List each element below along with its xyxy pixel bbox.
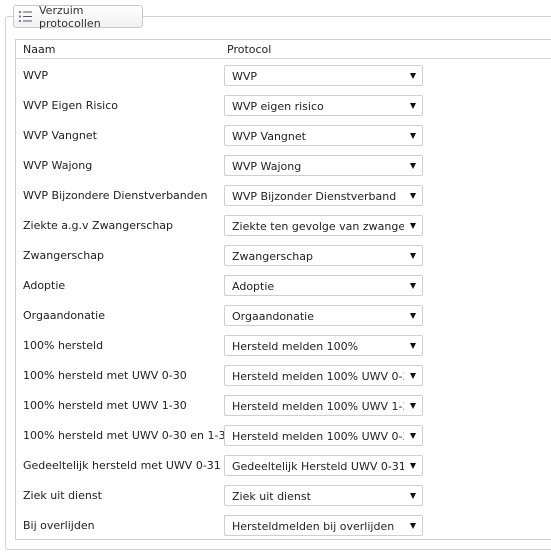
protocol-select[interactable]: Adoptie [224, 275, 423, 296]
protocol-select[interactable]: Gedeeltelijk Hersteld UWV 0-31 [224, 455, 423, 476]
list-icon [19, 10, 32, 23]
dropdown-arrow-icon[interactable] [410, 493, 416, 499]
protocol-select[interactable]: Hersteldmelden bij overlijden [224, 515, 423, 536]
protocol-select-value: Hersteldmelden bij overlijden [232, 520, 395, 533]
row-name: 100% hersteld met UWV 0-30 en 1-30 [23, 429, 233, 442]
dropdown-arrow-icon[interactable] [410, 373, 416, 379]
dropdown-arrow-icon[interactable] [410, 283, 416, 289]
protocol-select-value: WVP Wajong [232, 160, 302, 173]
table-row: 100% hersteld met UWV 1-30 Hersteld melde… [16, 390, 551, 420]
table-row: Orgaandonatie Orgaandonatie [16, 300, 551, 330]
row-name: WVP Eigen Risico [23, 99, 119, 112]
dropdown-arrow-icon[interactable] [410, 103, 416, 109]
table-row: WVP Bijzondere Dienstverbanden WVP Bijzon… [16, 180, 551, 210]
row-name: 100% hersteld met UWV 0-30 [23, 369, 187, 382]
row-name: Adoptie [23, 279, 66, 292]
table-row: Gedeeltelijk hersteld met UWV 0-31 Gedeel… [16, 450, 551, 480]
dropdown-arrow-icon[interactable] [410, 523, 416, 529]
row-name: 100% hersteld [23, 339, 104, 352]
protocol-select-value: WVP Vangnet [232, 130, 306, 143]
protocol-select-value: Ziekte ten gevolge van zwangerschap [232, 220, 404, 233]
protocol-select[interactable]: Hersteld melden 100% UWV 0-30 [224, 365, 423, 386]
protocol-select[interactable]: Hersteld melden 100% UWV 0-30 [224, 425, 423, 446]
table-row: Zwangerschap Zwangerschap [16, 240, 551, 270]
table-row: 100% hersteld Hersteld melden 100% [16, 330, 551, 360]
protocol-select-value: Orgaandonatie [232, 310, 314, 323]
protocol-select[interactable]: WVP [224, 65, 423, 86]
protocol-select-value: Ziek uit dienst [232, 490, 311, 503]
dropdown-arrow-icon[interactable] [410, 403, 416, 409]
column-header-protocol: Protocol [227, 43, 272, 56]
row-name: 100% hersteld met UWV 1-30 [23, 399, 187, 412]
row-name: Bij overlijden [23, 519, 95, 532]
table-row: WVP Wajong WVP Wajong [16, 150, 551, 180]
row-name: Ziekte a.g.v Zwangerschap [23, 219, 174, 232]
protocol-select-value: Zwangerschap [232, 250, 313, 263]
table-row: Adoptie Adoptie [16, 270, 551, 300]
table-row: WVP Vangnet WVP Vangnet [16, 120, 551, 150]
protocol-select[interactable]: WVP Wajong [224, 155, 423, 176]
row-name: Orgaandonatie [23, 309, 105, 322]
dropdown-arrow-icon[interactable] [410, 133, 416, 139]
row-name: WVP Wajong [23, 159, 93, 172]
table-row: Bij overlijden Hersteldmelden bij overlij… [16, 510, 551, 540]
legend-label: Verzuim protocollen [39, 3, 101, 30]
protocol-select-value: Hersteld melden 100% UWV 0-30 [232, 370, 404, 383]
row-name: WVP [23, 69, 49, 82]
dropdown-arrow-icon[interactable] [410, 193, 416, 199]
protocol-select[interactable]: Orgaandonatie [224, 305, 423, 326]
dropdown-arrow-icon[interactable] [410, 253, 416, 259]
dropdown-arrow-icon[interactable] [410, 343, 416, 349]
protocol-select-value: WVP eigen risico [232, 100, 324, 113]
protocol-select[interactable]: Ziekte ten gevolge van zwangerschap [224, 215, 423, 236]
row-name: WVP Vangnet [23, 129, 97, 142]
row-name: Zwangerschap [23, 249, 104, 262]
protocol-select[interactable]: Zwangerschap [224, 245, 423, 266]
dropdown-arrow-icon[interactable] [410, 73, 416, 79]
row-name: Gedeeltelijk hersteld met UWV 0-31 [23, 459, 221, 472]
protocol-select-value: Hersteld melden 100% [232, 340, 359, 353]
protocol-table: Naam Protocol WVP WVP WVP Eigen Risico WVP … [15, 39, 551, 540]
protocol-select-value: WVP Bijzonder Dienstverband [232, 190, 397, 203]
row-name: Ziek uit dienst [23, 489, 102, 502]
table-row: 100% hersteld met UWV 0-30 en 1-30 Herste… [16, 420, 551, 450]
table-header: Naam Protocol [16, 40, 551, 59]
dropdown-arrow-icon[interactable] [410, 163, 416, 169]
dropdown-arrow-icon[interactable] [410, 463, 416, 469]
protocol-select-value: Hersteld melden 100% UWV 0-30 [232, 430, 404, 443]
fieldset-legend[interactable]: Verzuim protocollen [13, 3, 143, 30]
protocol-select[interactable]: Ziek uit dienst [224, 485, 423, 506]
protocol-select[interactable]: WVP Bijzonder Dienstverband [224, 185, 423, 206]
dropdown-arrow-icon[interactable] [410, 223, 416, 229]
dropdown-arrow-icon[interactable] [410, 433, 416, 439]
table-row: Ziek uit dienst Ziek uit dienst [16, 480, 551, 510]
protocol-select-value: Hersteld melden 100% UWV 1-30 [232, 400, 404, 413]
protocol-select-value: Adoptie [232, 280, 275, 293]
table-row: 100% hersteld met UWV 0-30 Hersteld melde… [16, 360, 551, 390]
protocol-select-value: WVP [232, 70, 258, 83]
protocol-select[interactable]: WVP Vangnet [224, 125, 423, 146]
row-name: WVP Bijzondere Dienstverbanden [23, 189, 208, 202]
column-header-naam: Naam [23, 43, 56, 56]
dropdown-arrow-icon[interactable] [410, 313, 416, 319]
protocol-select-value: Gedeeltelijk Hersteld UWV 0-31 [232, 460, 404, 473]
protocol-select[interactable]: Hersteld melden 100% [224, 335, 423, 356]
protocol-select[interactable]: WVP eigen risico [224, 95, 423, 116]
table-row: WVP WVP [16, 60, 551, 90]
table-row: WVP Eigen Risico WVP eigen risico [16, 90, 551, 120]
protocol-select[interactable]: Hersteld melden 100% UWV 1-30 [224, 395, 423, 416]
table-row: Ziekte a.g.v Zwangerschap Ziekte ten gevo… [16, 210, 551, 240]
